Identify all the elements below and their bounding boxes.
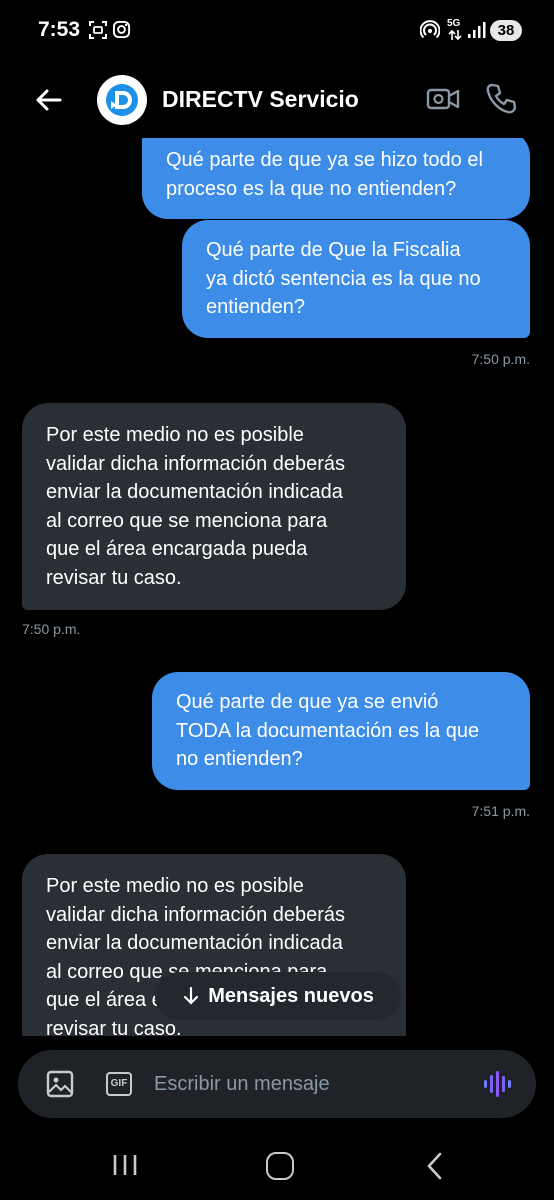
new-messages-label: Mensajes nuevos — [208, 984, 374, 1007]
image-icon[interactable] — [46, 1070, 74, 1098]
chat-header: DIRECTV Servicio — [0, 62, 554, 138]
data-arrows-icon — [448, 29, 462, 41]
screenshot-icon — [89, 21, 107, 39]
network-type-label: 5G — [447, 18, 461, 29]
message-timestamp: 7:51 p.m. — [471, 803, 530, 819]
message-bubble-sent[interactable]: Qué parte de Que la Fiscalia ya dictó se… — [182, 220, 530, 338]
battery-indicator: 38 — [490, 20, 522, 41]
instagram-icon — [112, 20, 131, 39]
home-icon[interactable] — [266, 1152, 294, 1180]
message-input[interactable] — [154, 1064, 464, 1104]
hotspot-icon — [420, 20, 440, 39]
gif-button[interactable]: GIF — [106, 1072, 132, 1096]
video-call-icon[interactable] — [426, 84, 460, 114]
message-timestamp: 7:50 p.m. — [22, 621, 81, 637]
directv-logo-icon — [106, 84, 138, 116]
message-bubble-sent[interactable]: Qué parte de que ya se envió TODA la doc… — [152, 672, 530, 790]
signal-icon — [468, 22, 486, 38]
message-composer: GIF — [18, 1050, 536, 1118]
status-time: 7:53 — [38, 18, 81, 41]
chat-title[interactable]: DIRECTV Servicio — [162, 86, 359, 113]
message-list[interactable]: Qué parte de que ya se hizo todo el proc… — [0, 138, 554, 1036]
message-bubble-sent[interactable]: Qué parte de que ya se hizo todo el proc… — [142, 138, 530, 219]
message-bubble-received[interactable]: Por este medio no es posible validar dic… — [22, 403, 406, 610]
avatar[interactable] — [97, 75, 147, 125]
message-timestamp: 7:50 p.m. — [471, 351, 530, 367]
nav-back-icon[interactable] — [424, 1152, 446, 1180]
back-arrow-icon[interactable] — [30, 82, 66, 118]
arrow-down-icon — [184, 986, 199, 1005]
system-nav-bar — [0, 1130, 554, 1200]
voice-message-icon[interactable] — [482, 1068, 514, 1100]
phone-call-icon[interactable] — [484, 82, 518, 116]
status-bar: 7:53 5G 38 — [0, 0, 554, 62]
new-messages-button[interactable]: Mensajes nuevos — [155, 972, 401, 1020]
recent-apps-icon[interactable] — [112, 1154, 138, 1176]
